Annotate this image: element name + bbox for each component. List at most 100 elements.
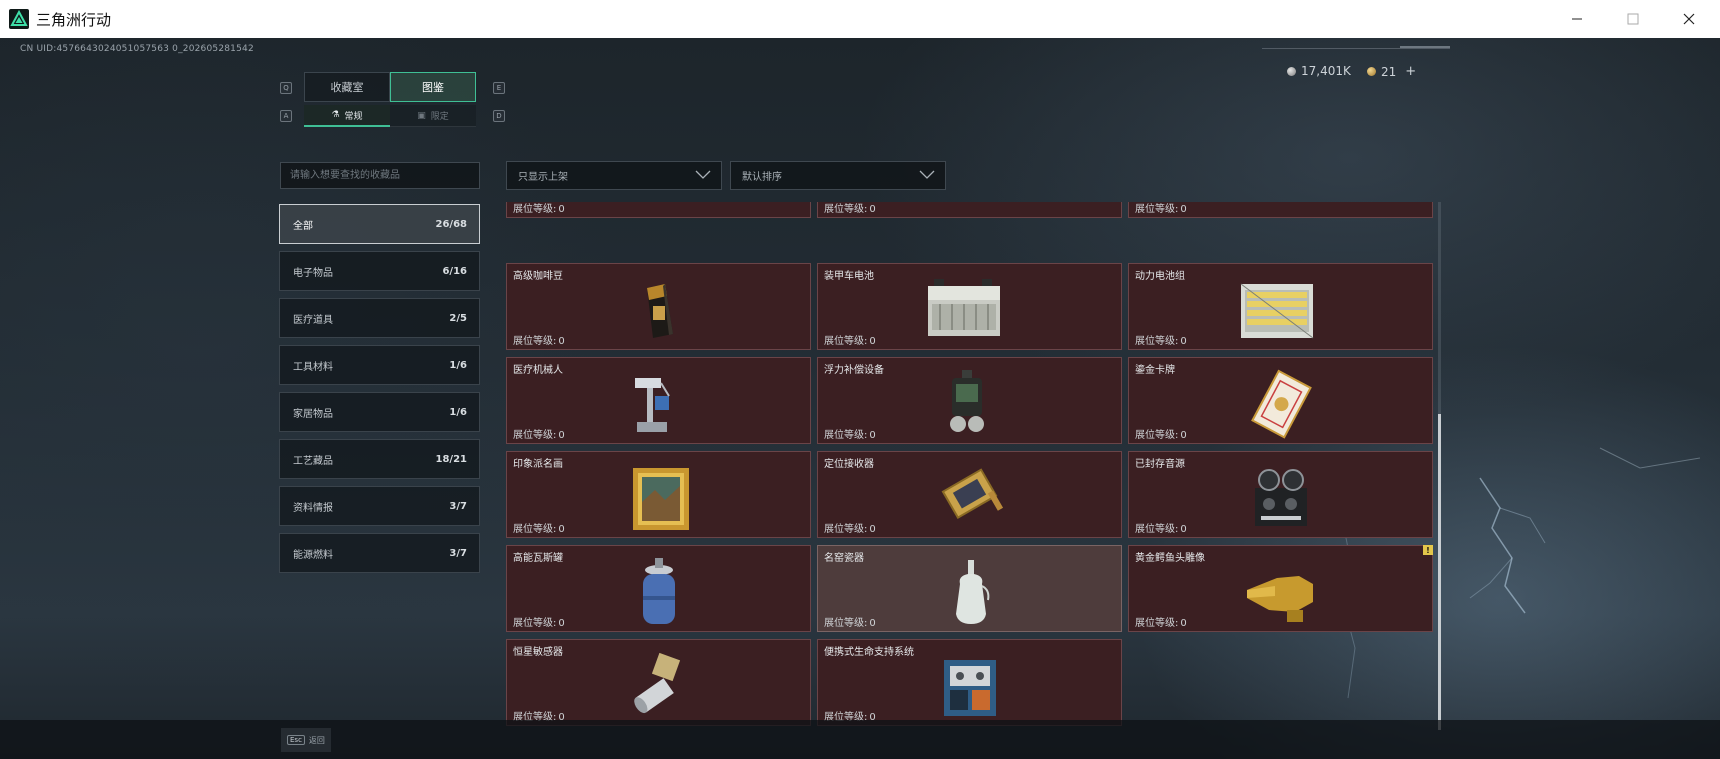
card-name: 动力电池组 bbox=[1135, 271, 1185, 282]
category-crafts[interactable]: 工艺藏品 18/21 bbox=[279, 439, 480, 479]
card-level: 展位等级: 0 bbox=[1135, 332, 1187, 347]
card-level-label: 展位等级: bbox=[513, 336, 557, 347]
category-all[interactable]: 全部 26/68 bbox=[279, 204, 480, 244]
card-level-value: 0 bbox=[558, 204, 565, 215]
card-name: 印象派名画 bbox=[513, 459, 563, 470]
add-currency-button[interactable]: + bbox=[1405, 64, 1416, 79]
category-count: 3/7 bbox=[449, 500, 467, 512]
collection-card[interactable]: 已封存音源 展位等级: 0 bbox=[1128, 451, 1433, 538]
card-level-label: 展位等级: bbox=[824, 430, 868, 441]
collection-card[interactable]: 定位接收器 展位等级: 0 bbox=[817, 451, 1122, 538]
category-intel[interactable]: 资料情报 3/7 bbox=[279, 486, 480, 526]
minimize-button[interactable] bbox=[1549, 0, 1605, 38]
card-name: 高能瓦斯罐 bbox=[513, 553, 563, 564]
key-hint-d: D bbox=[493, 110, 505, 122]
collection-card[interactable]: 装甲车电池 展位等级: 0 bbox=[817, 263, 1122, 350]
window-title: 三角洲行动 bbox=[36, 10, 112, 29]
card-level-label: 展位等级: bbox=[1135, 336, 1179, 347]
window-titlebar: 三角洲行动 bbox=[0, 0, 1720, 38]
reel-recorder-icon bbox=[1255, 469, 1307, 526]
collection-card[interactable]: 浮力补偿设备 展位等级: 0 bbox=[817, 357, 1122, 444]
chevron-down-icon bbox=[919, 170, 935, 179]
esc-key-hint: Esc bbox=[287, 735, 305, 745]
collection-card-partial[interactable]: 展位等级: 0 bbox=[1128, 202, 1433, 218]
collection-card[interactable]: 鎏金卡牌 展位等级: 0 bbox=[1128, 357, 1433, 444]
card-level-label: 展位等级: bbox=[513, 524, 557, 535]
category-label: 工具材料 bbox=[293, 361, 333, 373]
back-label: 返回 bbox=[308, 735, 325, 745]
grid-scrollbar-thumb[interactable] bbox=[1438, 414, 1441, 730]
card-level: 展位等级: 0 bbox=[513, 520, 565, 535]
collection-card-partial[interactable]: 展位等级: 0 bbox=[506, 202, 811, 218]
porcelain-vase-icon bbox=[956, 560, 990, 624]
collection-card[interactable]: 医疗机械人 展位等级: 0 bbox=[506, 357, 811, 444]
subtab-limited[interactable]: ▣ 限定 bbox=[390, 105, 476, 127]
card-level: 展位等级: 0 bbox=[1135, 520, 1187, 535]
sort-value: 默认排序 bbox=[742, 172, 782, 183]
close-button[interactable] bbox=[1661, 0, 1717, 38]
gps-receiver-icon bbox=[941, 468, 1004, 520]
maximize-button[interactable] bbox=[1605, 0, 1661, 38]
card-level-value: 0 bbox=[1180, 618, 1187, 629]
collection-card-partial[interactable]: 展位等级: 0 bbox=[817, 202, 1122, 218]
flask-icon: ⚗ bbox=[331, 110, 340, 120]
category-medical[interactable]: 医疗道具 2/5 bbox=[279, 298, 480, 338]
collection-card-highlighted[interactable]: 名窑瓷器 展位等级: 0 bbox=[817, 545, 1122, 632]
collection-card[interactable]: 动力电池组 展位等级: 0 bbox=[1128, 263, 1433, 350]
category-energy[interactable]: 能源燃料 3/7 bbox=[279, 533, 480, 573]
card-level: 展位等级: 0 bbox=[824, 202, 876, 215]
card-level-value: 0 bbox=[558, 430, 565, 441]
back-button[interactable]: Esc 返回 bbox=[281, 728, 331, 752]
card-level-value: 0 bbox=[558, 618, 565, 629]
category-list: 全部 26/68 电子物品 6/16 医疗道具 2/5 工具材料 1/6 家居物… bbox=[279, 204, 480, 580]
collection-card[interactable]: 便携式生命支持系统 展位等级: 0 bbox=[817, 639, 1122, 726]
search-input[interactable] bbox=[280, 162, 480, 189]
card-name: 医疗机械人 bbox=[513, 365, 563, 376]
gold-coin-icon bbox=[1367, 67, 1376, 76]
category-household[interactable]: 家居物品 1/6 bbox=[279, 392, 480, 432]
card-level-value: 0 bbox=[558, 336, 565, 347]
collection-card[interactable]: 恒星敏感器 展位等级: 0 bbox=[506, 639, 811, 726]
car-battery-icon bbox=[928, 279, 1000, 336]
hud-indicator bbox=[1400, 46, 1450, 48]
framed-painting-icon bbox=[633, 468, 689, 530]
main-tabs: 收藏室 图鉴 bbox=[304, 72, 476, 102]
tab-codex[interactable]: 图鉴 bbox=[390, 72, 476, 102]
sort-select[interactable]: 默认排序 bbox=[730, 161, 946, 190]
card-level-value: 0 bbox=[558, 524, 565, 535]
collection-grid: 展位等级: 0 展位等级: 0 展位等级: 0 高级咖啡豆 展位等级: 0 装甲车电池 bbox=[506, 202, 1434, 730]
card-level-value: 0 bbox=[869, 430, 876, 441]
category-label: 电子物品 bbox=[293, 267, 333, 279]
collection-card[interactable]: 印象派名画 展位等级: 0 bbox=[506, 451, 811, 538]
collection-card[interactable]: 黄金鳄鱼头雕像 ! 展位等级: 0 bbox=[1128, 545, 1433, 632]
star-sensor-icon bbox=[634, 652, 681, 714]
category-tools[interactable]: 工具材料 1/6 bbox=[279, 345, 480, 385]
gas-canister-icon bbox=[643, 558, 675, 624]
gold-currency[interactable]: 21 + bbox=[1367, 64, 1416, 79]
card-level-label: 展位等级: bbox=[824, 336, 868, 347]
category-label: 医疗道具 bbox=[293, 314, 333, 326]
card-level-label: 展位等级: bbox=[1135, 524, 1179, 535]
category-label: 工艺藏品 bbox=[293, 455, 333, 467]
category-count: 6/16 bbox=[442, 265, 467, 277]
silver-currency: 17,401K bbox=[1287, 64, 1351, 78]
category-count: 3/7 bbox=[449, 547, 467, 559]
card-level: 展位等级: 0 bbox=[1135, 426, 1187, 441]
chevron-down-icon bbox=[695, 170, 711, 179]
card-name: 已封存音源 bbox=[1135, 459, 1185, 470]
category-label: 资料情报 bbox=[293, 502, 333, 514]
life-support-icon bbox=[944, 660, 996, 716]
shelf-filter-select[interactable]: 只显示上架 bbox=[506, 161, 722, 190]
silver-currency-value: 17,401K bbox=[1301, 64, 1351, 78]
subtab-limited-label: 限定 bbox=[430, 112, 449, 122]
card-name: 装甲车电池 bbox=[824, 271, 874, 282]
app-logo-icon bbox=[9, 9, 29, 29]
collection-card[interactable]: 高能瓦斯罐 展位等级: 0 bbox=[506, 545, 811, 632]
tab-collection-room[interactable]: 收藏室 bbox=[304, 72, 390, 102]
card-level-label: 展位等级: bbox=[513, 430, 557, 441]
collection-card[interactable]: 高级咖啡豆 展位等级: 0 bbox=[506, 263, 811, 350]
card-level: 展位等级: 0 bbox=[513, 426, 565, 441]
category-electronics[interactable]: 电子物品 6/16 bbox=[279, 251, 480, 291]
card-level: 展位等级: 0 bbox=[824, 332, 876, 347]
subtab-regular[interactable]: ⚗ 常规 bbox=[304, 105, 390, 127]
